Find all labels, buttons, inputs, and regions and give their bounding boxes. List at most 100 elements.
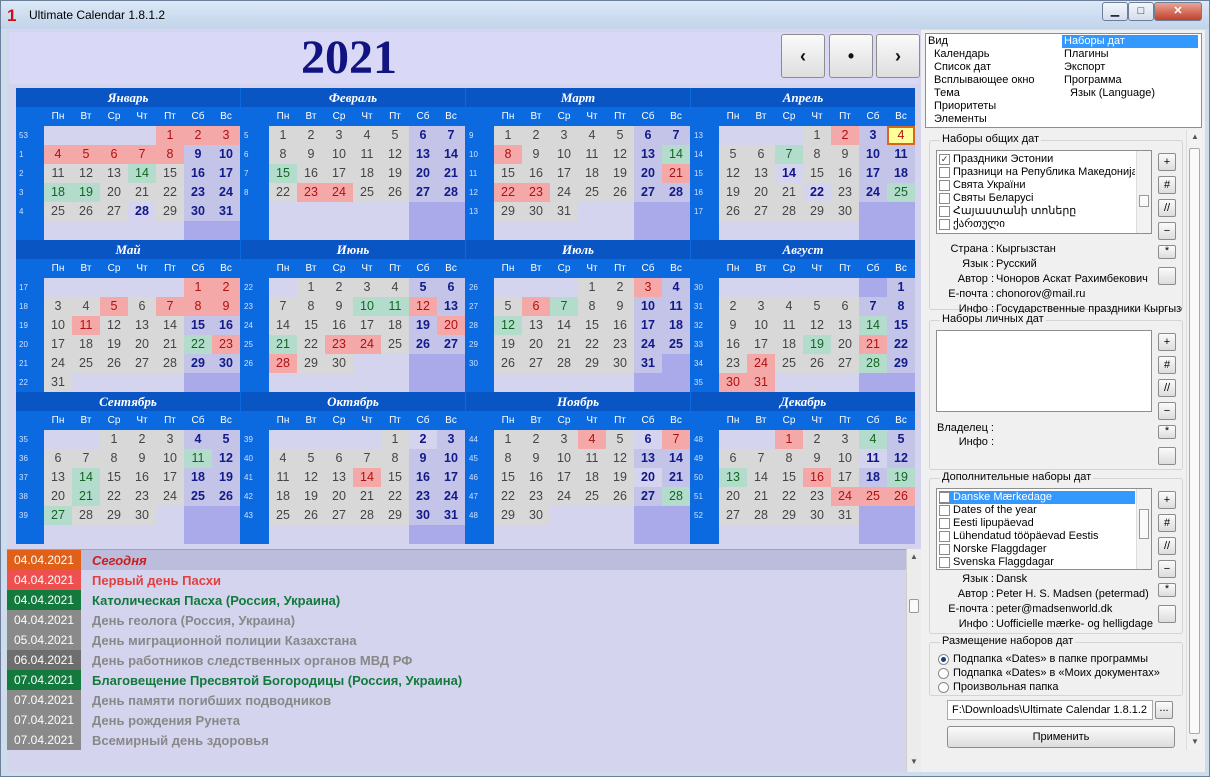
day-cell[interactable]: 17 [437, 468, 465, 487]
day-cell[interactable]: 11 [859, 449, 887, 468]
day-cell[interactable]: 25 [578, 183, 606, 202]
day-cell[interactable]: 28 [747, 506, 775, 525]
day-cell[interactable]: 2 [128, 430, 156, 449]
day-cell[interactable]: 27 [44, 506, 72, 525]
placement-option[interactable]: Подпапка «Dates» в папке программы [938, 652, 1160, 666]
day-cell[interactable]: 15 [297, 316, 325, 335]
day-cell[interactable]: 31 [550, 202, 578, 221]
day-cell[interactable]: 6 [437, 278, 465, 297]
day-cell[interactable]: 15 [887, 316, 915, 335]
day-cell[interactable]: 8 [269, 145, 297, 164]
day-cell[interactable]: 7 [662, 430, 690, 449]
day-cell[interactable]: 9 [409, 449, 437, 468]
settings-tree-item[interactable]: Тема [928, 87, 1035, 100]
day-cell[interactable]: 7 [353, 449, 381, 468]
day-cell[interactable]: 29 [887, 354, 915, 373]
day-cell[interactable]: 26 [494, 354, 522, 373]
day-cell[interactable]: 15 [494, 164, 522, 183]
day-cell[interactable]: 15 [381, 468, 409, 487]
day-cell[interactable]: 28 [128, 202, 156, 221]
day-cell[interactable]: 13 [634, 145, 662, 164]
day-cell[interactable]: 28 [269, 354, 297, 373]
prev-year-button[interactable]: ‹ [781, 34, 825, 78]
day-cell[interactable]: 22 [494, 487, 522, 506]
day-cell[interactable]: 3 [353, 278, 381, 297]
day-cell[interactable]: 16 [803, 468, 831, 487]
list-item[interactable]: Святы Беларусі [939, 192, 1135, 205]
list-item[interactable]: Danske Mærkedage [939, 491, 1135, 504]
day-cell[interactable]: 20 [437, 316, 465, 335]
day-cell[interactable]: 21 [550, 335, 578, 354]
day-cell[interactable]: 9 [325, 297, 353, 316]
day-cell[interactable]: 17 [550, 468, 578, 487]
day-cell[interactable]: 30 [325, 354, 353, 373]
day-cell[interactable]: 9 [606, 297, 634, 316]
settings-tree-item[interactable]: Приоритеты [928, 100, 1035, 113]
day-cell[interactable]: 7 [156, 297, 184, 316]
checkbox[interactable] [939, 518, 950, 529]
day-cell[interactable]: 7 [269, 297, 297, 316]
day-cell[interactable]: 5 [72, 145, 100, 164]
settings-tree-item[interactable]: Язык (Language) [1062, 87, 1198, 100]
day-cell[interactable]: 27 [831, 354, 859, 373]
day-cell[interactable]: 11 [353, 145, 381, 164]
day-cell[interactable]: 29 [494, 506, 522, 525]
list-item[interactable]: Svenska Flaggdagar [939, 556, 1135, 569]
day-cell[interactable]: 18 [578, 468, 606, 487]
day-cell[interactable]: 9 [831, 145, 859, 164]
day-cell[interactable]: 20 [634, 468, 662, 487]
scroll-up-arrow[interactable]: ▲ [1191, 132, 1199, 141]
duplicate-button[interactable]: # [1158, 514, 1176, 532]
list-item[interactable]: Lühendatud tööpäevad Eestis [939, 530, 1135, 543]
day-cell[interactable]: 30 [128, 506, 156, 525]
day-cell[interactable]: 5 [297, 449, 325, 468]
day-cell[interactable]: 17 [212, 164, 240, 183]
day-cell[interactable]: 12 [606, 449, 634, 468]
day-cell[interactable]: 16 [831, 164, 859, 183]
day-cell[interactable]: 3 [831, 430, 859, 449]
day-cell[interactable]: 31 [634, 354, 662, 373]
day-cell[interactable]: 16 [212, 316, 240, 335]
day-cell[interactable]: 4 [381, 278, 409, 297]
day-cell[interactable]: 21 [128, 183, 156, 202]
day-cell[interactable]: 18 [72, 335, 100, 354]
day-cell[interactable]: 13 [325, 468, 353, 487]
day-cell[interactable]: 4 [578, 126, 606, 145]
day-cell[interactable]: 17 [353, 316, 381, 335]
list-item[interactable]: Dates of the year [939, 504, 1135, 517]
day-cell[interactable]: 9 [212, 297, 240, 316]
day-cell[interactable]: 28 [353, 506, 381, 525]
day-cell[interactable]: 27 [128, 354, 156, 373]
day-cell[interactable]: 28 [662, 487, 690, 506]
day-cell[interactable]: 18 [859, 468, 887, 487]
day-cell[interactable]: 11 [578, 145, 606, 164]
day-cell[interactable]: 21 [662, 164, 690, 183]
day-cell[interactable]: 26 [212, 487, 240, 506]
list-item[interactable]: Eesti lipupäevad [939, 517, 1135, 530]
dates-path-field[interactable]: F:\Downloads\Ultimate Calendar 1.8.1.2 F [947, 700, 1153, 720]
day-cell[interactable]: 20 [128, 335, 156, 354]
day-cell[interactable]: 3 [859, 126, 887, 145]
day-cell[interactable]: 5 [719, 145, 747, 164]
day-cell[interactable]: 6 [747, 145, 775, 164]
day-cell[interactable]: 24 [550, 487, 578, 506]
day-cell[interactable]: 26 [409, 335, 437, 354]
day-cell[interactable]: 27 [409, 183, 437, 202]
day-cell[interactable]: 6 [634, 430, 662, 449]
day-cell[interactable]: 9 [719, 316, 747, 335]
day-cell[interactable]: 25 [662, 335, 690, 354]
scroll-up-arrow[interactable]: ▲ [910, 552, 918, 561]
day-cell[interactable]: 22 [100, 487, 128, 506]
day-cell[interactable]: 1 [297, 278, 325, 297]
today-cell[interactable]: 4 [887, 126, 915, 145]
day-cell[interactable]: 7 [72, 449, 100, 468]
settings-tree-item[interactable]: Плагины [1062, 48, 1198, 61]
day-cell[interactable]: 7 [747, 449, 775, 468]
day-cell[interactable]: 21 [747, 487, 775, 506]
day-cell[interactable]: 10 [44, 316, 72, 335]
day-cell[interactable]: 7 [128, 145, 156, 164]
day-cell[interactable]: 30 [803, 506, 831, 525]
day-cell[interactable]: 1 [494, 430, 522, 449]
day-cell[interactable]: 28 [859, 354, 887, 373]
day-cell[interactable]: 10 [353, 297, 381, 316]
